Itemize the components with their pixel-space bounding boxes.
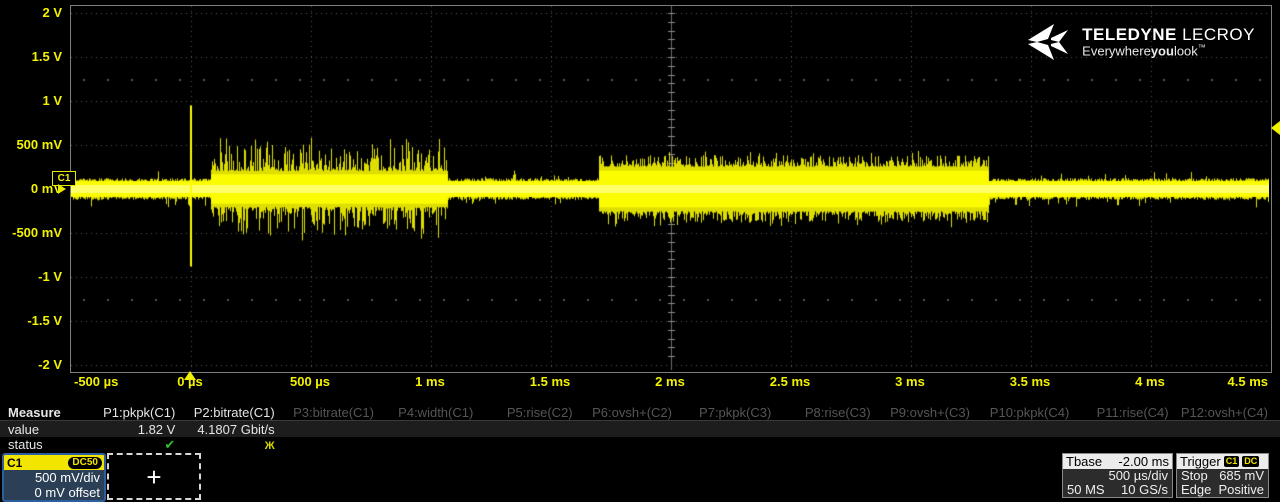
measure-column-value: 1.82 V — [88, 422, 187, 437]
x-axis-label: 2 ms — [655, 374, 685, 389]
measure-value-row-label: value — [0, 422, 88, 437]
x-axis-label: -500 µs — [74, 374, 118, 389]
y-axis-label: 1 V — [0, 93, 62, 108]
y-axis-label: -1 V — [0, 269, 62, 284]
x-axis-label: 500 µs — [290, 374, 330, 389]
y-axis-label: -1.5 V — [0, 313, 62, 328]
waveform-canvas[interactable] — [71, 6, 1269, 370]
logo-brand-rest: LECROY — [1177, 25, 1255, 44]
timebase-sampling-row: 50 MS 10 GS/s — [1063, 483, 1172, 497]
measure-column-status: Ж — [187, 437, 286, 452]
x-axis-label: 4.5 ms — [1228, 374, 1268, 389]
channel-c1-settings: 500 mV/div 0 mV offset — [4, 470, 104, 500]
measure-column-header[interactable]: P4:width(C1) — [386, 405, 485, 420]
logo-tagline-bold: you — [1151, 43, 1174, 58]
channel-c1-descriptor-box[interactable]: C1 DC50 500 mV/div 0 mV offset — [2, 453, 106, 502]
trigger-level-marker-icon[interactable] — [1271, 121, 1280, 135]
measure-value-row: value 1.82 V4.1807 Gbit/s — [0, 421, 1280, 437]
measure-column-header[interactable]: P6:ovsh+(C2) — [585, 405, 684, 420]
logo-tagline-tm: ™ — [1198, 43, 1206, 52]
timebase-scale-row: 500 µs/div — [1063, 469, 1172, 483]
measure-column-header[interactable]: P11:rise(C4) — [1081, 405, 1180, 420]
measure-column-header[interactable]: P10:pkpk(C4) — [982, 405, 1081, 420]
timebase-descriptor-box[interactable]: Tbase -2.00 ms 500 µs/div 50 MS 10 GS/s — [1062, 453, 1173, 498]
measure-header-row: Measure P1:pkpk(C1)P2:bitrate(C1)P3:bitr… — [0, 404, 1280, 421]
measure-column-header[interactable]: P2:bitrate(C1) — [187, 405, 286, 420]
measure-column-header[interactable]: P8:rise(C3) — [783, 405, 882, 420]
status-pending-icon: Ж — [265, 440, 275, 452]
y-axis-label: 2 V — [0, 5, 62, 20]
waveform-grid[interactable]: TELEDYNE LECROY Everywhereyoulook™ — [70, 5, 1272, 373]
timebase-title: Tbase — [1066, 454, 1102, 469]
logo-arrow-icon — [1022, 24, 1074, 60]
logo-tagline: Everywhereyoulook™ — [1082, 44, 1255, 58]
timebase-samples: 50 MS — [1067, 483, 1105, 497]
measure-column-header[interactable]: P1:pkpk(C1) — [88, 405, 187, 420]
measure-status-row: status ✔ Ж — [0, 437, 1280, 452]
measure-status-row-label: status — [0, 437, 88, 452]
plus-icon: + — [146, 464, 161, 490]
trigger-slope: Positive — [1218, 483, 1264, 497]
measure-column-header[interactable]: P3:bitrate(C1) — [287, 405, 386, 420]
logo-brand: TELEDYNE LECROY — [1082, 26, 1255, 44]
y-axis-label: 1.5 V — [0, 49, 62, 64]
y-axis-label: -500 mV — [0, 225, 62, 240]
x-axis-label: 1.5 ms — [530, 374, 570, 389]
measure-column-header[interactable]: P9:ovsh+(C3) — [883, 405, 982, 420]
measure-title: Measure — [0, 405, 88, 420]
timebase-header: Tbase -2.00 ms — [1063, 454, 1172, 469]
measure-table: Measure P1:pkpk(C1)P2:bitrate(C1)P3:bitr… — [0, 404, 1280, 452]
channel-c1-coupling-badge: DC50 — [68, 457, 102, 469]
y-axis-label: 500 mV — [0, 137, 62, 152]
logo-tagline-post: look — [1174, 43, 1198, 58]
x-axis-label: 3.5 ms — [1010, 374, 1050, 389]
teledyne-lecroy-logo: TELEDYNE LECROY Everywhereyoulook™ — [1022, 24, 1255, 60]
oscilloscope-screen: TELEDYNE LECROY Everywhereyoulook™ 2 V 1.… — [0, 0, 1280, 502]
trigger-coupling-badge: DC — [1242, 456, 1259, 467]
x-axis-label: 2.5 ms — [770, 374, 810, 389]
x-axis-label: 3 ms — [895, 374, 925, 389]
x-axis-label: 4 ms — [1135, 374, 1165, 389]
measure-column-header[interactable]: P5:rise(C2) — [485, 405, 584, 420]
trigger-type: Edge — [1181, 483, 1211, 497]
measure-column-value: 4.1807 Gbit/s — [187, 422, 286, 437]
measure-column-status: ✔ — [88, 437, 187, 453]
channel-c1-name: C1 — [4, 456, 22, 470]
y-axis-label: -2 V — [0, 357, 62, 372]
add-trace-button[interactable]: + — [107, 453, 201, 500]
trigger-level: 685 mV — [1219, 469, 1264, 483]
timebase-scale: 500 µs/div — [1108, 469, 1168, 483]
trigger-header: Trigger C1 DC — [1177, 454, 1268, 469]
status-ok-icon: ✔ — [164, 437, 175, 452]
x-axis-label: 1 ms — [415, 374, 445, 389]
logo-brand-bold: TELEDYNE — [1082, 25, 1177, 44]
trigger-title: Trigger — [1180, 454, 1221, 469]
channel-c1-scale: 500 mV/div — [4, 470, 100, 485]
trigger-mode-row: Stop 685 mV — [1177, 469, 1268, 483]
trigger-type-row: Edge Positive — [1177, 483, 1268, 497]
measure-column-header[interactable]: P7:pkpk(C3) — [684, 405, 783, 420]
trigger-descriptor-box[interactable]: Trigger C1 DC Stop 685 mV Edge Positive — [1176, 453, 1269, 498]
timebase-delay: -2.00 ms — [1118, 454, 1169, 469]
y-axis-labels: 2 V1.5 V1 V500 mV0 mV-500 mV-1 V-1.5 V-2… — [0, 5, 66, 371]
channel-c1-offset: 0 mV offset — [4, 485, 100, 500]
trigger-source-badge: C1 — [1224, 456, 1240, 467]
timebase-rate: 10 GS/s — [1121, 483, 1168, 497]
measure-column-header[interactable]: P12:ovsh+(C4) — [1181, 405, 1280, 420]
trigger-mode: Stop — [1181, 469, 1208, 483]
logo-tagline-pre: Everywhere — [1082, 43, 1151, 58]
channel-c1-zero-arrow-icon — [58, 184, 66, 194]
trigger-time-marker-icon[interactable] — [184, 371, 196, 380]
channel-c1-header: C1 DC50 — [4, 455, 104, 470]
